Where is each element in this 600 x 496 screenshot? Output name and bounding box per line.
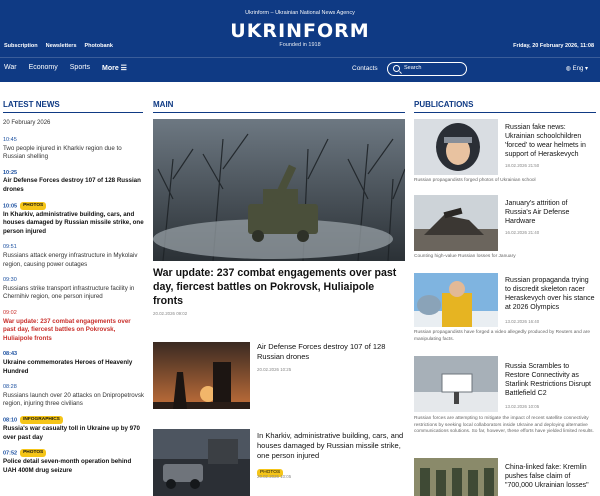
news-headline[interactable]: Ukraine commemorates Heroes of Heavenly … <box>3 359 145 376</box>
nav-war[interactable]: War <box>4 64 17 72</box>
publication-image[interactable] <box>414 119 498 175</box>
article-image[interactable] <box>153 342 250 409</box>
photos-badge: PHOTOS <box>20 201 47 210</box>
publication-caption: Russian propagandists forged photos of U… <box>414 178 536 183</box>
news-headline[interactable]: Two people injured in Kharkiv region due… <box>3 145 145 162</box>
news-time: 10:25 <box>3 169 18 176</box>
news-time: 09:51 <box>3 244 17 251</box>
main-nav: War Economy Sports More ☰ Contacts Searc… <box>0 57 600 81</box>
hero-headline[interactable]: War update: 237 combat engagements over … <box>153 266 407 308</box>
news-headline[interactable]: Russia's war casualty toll in Ukraine up… <box>3 425 145 442</box>
infographics-badge: INFOGRAPHICS <box>20 415 63 424</box>
nav-more-menu[interactable]: More ☰ <box>102 64 127 72</box>
header-bar: Ukrinform – Ukrainian National News Agen… <box>0 0 600 82</box>
news-item[interactable]: 10:45 Two people injured in Kharkiv regi… <box>3 136 145 162</box>
publication-image[interactable] <box>414 195 498 251</box>
hero-date: 20.02.2026 09:02 <box>153 311 188 316</box>
publication-date: 16.02.2026 21:40 <box>505 230 540 235</box>
search-placeholder: Search <box>404 65 422 71</box>
divider <box>414 112 596 113</box>
publication-caption: Counting high-value Russian losses for J… <box>414 254 516 259</box>
globe-icon: ◍ <box>565 66 571 72</box>
contacts-link[interactable]: Contacts <box>352 65 378 72</box>
language-selector[interactable]: ◍ Eng ▾ <box>566 65 588 72</box>
latest-date: 20 February 2026 <box>3 120 51 126</box>
article-headline[interactable]: Air Defense Forces destroy 107 of 128 Ru… <box>257 342 407 362</box>
news-item[interactable]: 08:43 Ukraine commemorates Heroes of Hea… <box>3 350 145 376</box>
photos-badge: PHOTOS <box>20 449 47 458</box>
news-time: 10:45 <box>3 137 17 143</box>
article-meta: PHOTOS <box>257 464 284 482</box>
publication-date: 13.02.2026 16:40 <box>505 319 540 324</box>
news-item[interactable]: 08:28 Russians launch over 20 attacks on… <box>3 383 145 409</box>
publication-headline[interactable]: Russian fake news: Ukrainian schoolchild… <box>505 123 595 159</box>
news-item[interactable]: 09:02 War update: 237 combat engagements… <box>3 309 145 343</box>
publication-caption: Russian propagandists have forged a vide… <box>414 330 590 342</box>
article-headline[interactable]: In Kharkiv, administrative building, car… <box>257 431 407 461</box>
news-item[interactable]: 10:05 PHOTOS In Kharkiv, administrative b… <box>3 201 145 237</box>
article-date: 20.02.2026 10:05 <box>257 474 292 479</box>
photobank-link[interactable]: Photobank <box>85 43 113 49</box>
top-links: Subscription Newsletters Photobank <box>4 43 113 49</box>
latest-news-title[interactable]: LATEST NEWS <box>3 100 60 109</box>
publications-title[interactable]: PUBLICATIONS <box>414 100 473 109</box>
article-image[interactable] <box>153 429 250 496</box>
news-headline[interactable]: Russians launch over 20 attacks on Dnipr… <box>3 392 145 409</box>
news-time: 07:52 <box>3 450 18 457</box>
divider <box>153 112 405 113</box>
search-icon <box>393 65 400 72</box>
news-time: 10:05 <box>3 203 18 210</box>
news-headline[interactable]: War update: 237 combat engagements over … <box>3 318 145 344</box>
latest-news-list: 20 February 2026 10:45 Two people injure… <box>3 120 145 482</box>
main-title: MAIN <box>153 100 174 109</box>
publication-headline[interactable]: Russian propaganda trying to discredit s… <box>505 276 595 312</box>
publication-image[interactable] <box>414 458 498 496</box>
publication-image[interactable] <box>414 273 498 327</box>
article-date: 20.02.2026 10:25 <box>257 367 292 372</box>
site-logo[interactable]: UKRINFORM <box>0 20 600 42</box>
news-time: 09:02 <box>3 309 17 316</box>
news-time: 08:28 <box>3 384 17 391</box>
publication-headline[interactable]: China-linked fake: Kremlin pushes false … <box>505 463 595 490</box>
news-time: 08:10 <box>3 417 18 424</box>
publication-image[interactable] <box>414 356 498 412</box>
news-time: 08:43 <box>3 351 18 358</box>
language-label: Eng <box>572 66 584 72</box>
news-headline[interactable]: Air Defense Forces destroy 107 of 128 Ru… <box>3 177 145 194</box>
nav-economy[interactable]: Economy <box>29 64 58 72</box>
publication-date: 13.02.2026 10:05 <box>505 404 540 409</box>
news-time: 09:30 <box>3 277 17 284</box>
news-headline[interactable]: Russians strike transport infrastructure… <box>3 285 145 302</box>
publication-headline[interactable]: Russia Scrambles to Restore Connectivity… <box>505 362 595 398</box>
search-input[interactable]: Search <box>387 62 467 76</box>
news-item[interactable]: 09:30 Russians strike transport infrastr… <box>3 276 145 302</box>
news-item[interactable]: 08:10 INFOGRAPHICS Russia's war casualty … <box>3 415 145 442</box>
agency-tagline: Ukrinform – Ukrainian National News Agen… <box>245 10 355 16</box>
hero-image[interactable] <box>153 119 405 261</box>
current-date: Friday, 20 February 2026, 11:08 <box>513 43 594 49</box>
news-item[interactable]: 10:25 Air Defense Forces destroy 107 of … <box>3 169 145 195</box>
publication-headline[interactable]: January's attrition of Russia's Air Defe… <box>505 199 595 226</box>
publication-caption: Russian forces are attempting to mitigat… <box>414 416 594 435</box>
news-headline[interactable]: In Kharkiv, administrative building, car… <box>3 211 145 237</box>
subscription-link[interactable]: Subscription <box>4 43 38 49</box>
divider <box>3 112 143 113</box>
news-item[interactable]: 07:52 PHOTOS Police detail seven-month op… <box>3 449 145 475</box>
news-item[interactable]: 09:51 Russians attack energy infrastruct… <box>3 243 145 269</box>
news-headline[interactable]: Police detail seven-month operation behi… <box>3 458 145 475</box>
chevron-down-icon: ▾ <box>584 66 588 72</box>
publication-date: 18.02.2026 21:50 <box>505 163 540 168</box>
news-headline[interactable]: Russians attack energy infrastructure in… <box>3 252 145 269</box>
newsletters-link[interactable]: Newsletters <box>46 43 77 49</box>
nav-sports[interactable]: Sports <box>70 64 90 72</box>
